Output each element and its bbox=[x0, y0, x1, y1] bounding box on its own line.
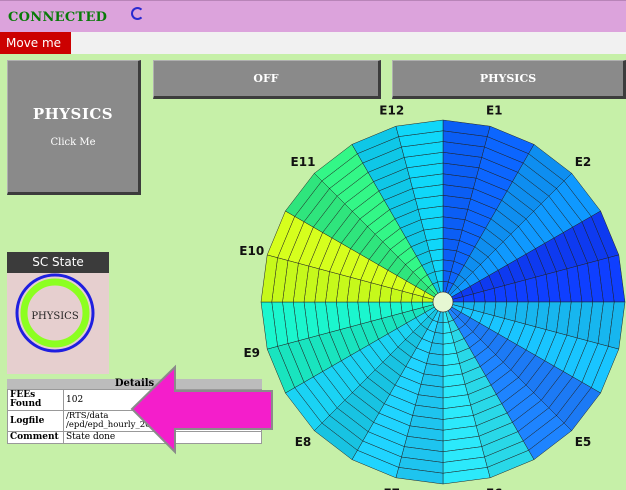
wheel-tile bbox=[389, 301, 403, 317]
wheel-tile bbox=[428, 248, 444, 262]
wheel-label: E5 bbox=[575, 435, 592, 449]
wheel-label: E6 bbox=[486, 486, 503, 490]
wheel-label: E11 bbox=[291, 155, 316, 169]
wheel-label: E12 bbox=[379, 104, 404, 118]
wheel-label: E7 bbox=[383, 486, 400, 490]
wheel-tile bbox=[483, 287, 497, 303]
wheel-tile bbox=[442, 342, 458, 356]
wheel-hub bbox=[432, 291, 454, 313]
wheel-label: E2 bbox=[575, 155, 592, 169]
detector-wheel: E1E2E3E4E5E6E7E8E9E10E11E12 bbox=[239, 104, 626, 490]
wheel-label: E9 bbox=[243, 346, 260, 360]
wheel-label: E10 bbox=[239, 244, 264, 258]
wheel-label: E1 bbox=[486, 104, 503, 118]
wheel-label: E8 bbox=[295, 435, 312, 449]
